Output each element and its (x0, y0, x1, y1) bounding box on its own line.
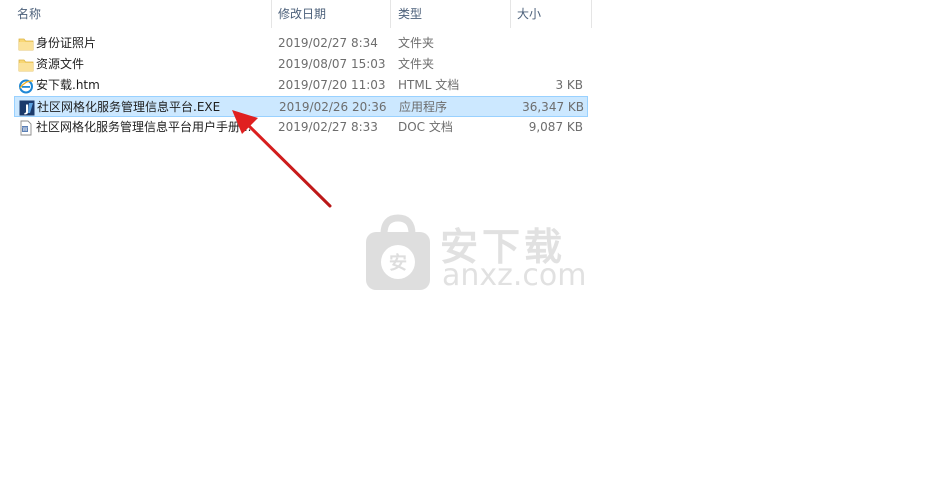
anxz-watermark: 安 安下载 anxz.com (362, 208, 587, 298)
watermark-badge-text: 安 (389, 252, 407, 274)
shopping-bag-logo-icon: 安 (366, 214, 430, 290)
watermark-domain-text: anxz.com (442, 258, 587, 293)
